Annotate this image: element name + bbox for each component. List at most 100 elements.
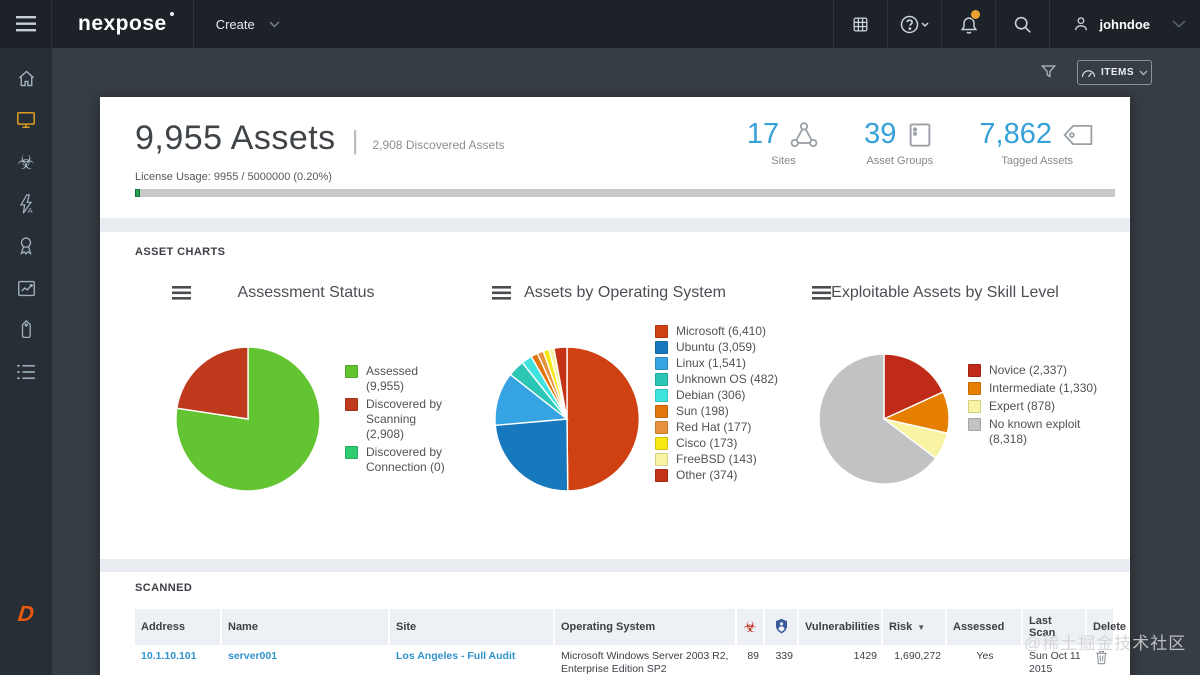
column-header-os[interactable]: Operating System [555,609,737,645]
legend-item[interactable]: Novice (2,337) [968,363,1103,378]
pie-slice-microsoft[interactable] [567,347,639,491]
create-label: Create [216,17,255,32]
search-button[interactable] [995,0,1049,48]
sidebar-item-tags[interactable] [0,309,52,351]
user-icon [1072,15,1090,33]
monitor-icon [15,110,37,130]
navbar-right-actions: johndoe [833,0,1200,48]
sites-counter[interactable]: 17 Sites [747,118,820,167]
report-chart-icon [16,279,37,298]
column-header-malware[interactable]: ☣ [737,609,765,645]
navbar-collapse-button[interactable] [1172,0,1200,48]
menu-icon [16,16,36,32]
dashboard-card: 9,955 Assets | 2,908 Discovered Assets L… [100,97,1130,675]
column-header-vulns[interactable]: Vulnerabilities [799,609,883,645]
biohazard-icon: ☣ [17,152,35,172]
legend-item[interactable]: Expert (878) [968,399,1103,414]
sidebar-item-vulnerabilities[interactable]: ☣ [0,141,52,183]
pie-slice-discovered-by-scanning[interactable] [177,347,248,419]
legend-label: Expert (878) [989,399,1055,414]
legend-swatch [968,382,981,395]
menu-button[interactable] [0,0,52,48]
chart-title: Exploitable Assets by Skill Level [815,284,1075,302]
legend-item[interactable]: No known exploit (8,318) [968,417,1103,447]
legend-swatch [655,357,668,370]
items-dropdown-button[interactable]: ITEMS [1077,60,1152,85]
column-header-name[interactable]: Name [222,609,390,645]
license-usage-label: License Usage: 9955 / 5000000 (0.20%) [135,171,332,183]
sites-label: Sites [747,155,820,167]
asset-charts-section: ASSET CHARTS Assessment Status Assessed … [100,232,1130,559]
legend-swatch [655,325,668,338]
legend-item[interactable]: Intermediate (1,330) [968,381,1103,396]
chart-exploitable-by-skill: Exploitable Assets by Skill Level Novice… [750,232,1130,559]
app-logo[interactable]: nexpose [52,0,194,48]
tagged-assets-counter[interactable]: 7,862 Tagged Assets [979,118,1095,167]
rapid7-brand-mark: D [0,601,53,627]
cell-assessed: Yes [947,645,1023,675]
apps-grid-button[interactable] [833,0,887,48]
filter-button[interactable] [1040,63,1057,80]
discovered-assets: 2,908 Discovered Assets [372,138,504,152]
chevron-down-icon [1139,70,1148,76]
legend-swatch [655,405,668,418]
legend-label: Debian (306) [676,388,745,403]
filter-funnel-icon [1040,63,1057,80]
legend-swatch [345,398,358,411]
cell-site: Los Angeles - Full Audit [390,645,555,675]
chevron-down-icon [269,21,280,28]
column-header-risk[interactable]: Risk▼ [883,609,947,645]
site-link[interactable]: Los Angeles - Full Audit [396,650,515,662]
chart-title: Assessment Status [176,284,436,302]
sidebar-item-reports[interactable] [0,267,52,309]
sidebar-item-administration[interactable] [0,351,52,393]
left-sidebar: ☣ A D [0,48,52,675]
sidebar-item-exploits[interactable]: A [0,183,52,225]
sidebar-item-home[interactable] [0,57,52,99]
ribbon-icon [16,235,36,257]
malware-biohazard-icon: ☣ [743,620,756,635]
legend-swatch [968,364,981,377]
tag-icon [1061,121,1095,149]
column-header-address[interactable]: Address [135,609,222,645]
pie-slice-ubuntu[interactable] [495,419,567,491]
tag-icon [16,320,36,340]
address-link[interactable]: 10.1.10.101 [141,650,196,662]
sidebar-item-assets[interactable] [0,99,52,141]
exploitable-by-skill-pie[interactable] [817,352,951,491]
username: johndoe [1099,17,1150,32]
search-icon [1013,15,1032,34]
svg-text:A: A [28,206,33,215]
exploit-shield-icon [774,618,789,637]
legend-label: Other (374) [676,468,737,483]
sort-desc-icon: ▼ [917,623,925,632]
legend-swatch [968,418,981,431]
create-menu-button[interactable]: Create [194,0,298,48]
asset-groups-counter[interactable]: 39 Asset Groups [864,118,935,167]
chart-assessment-status: Assessment Status Assessed (9,955) Disco… [100,232,430,559]
column-header-assessed[interactable]: Assessed [947,609,1023,645]
legend-swatch [655,437,668,450]
cell-address: 10.1.10.101 [135,645,222,675]
user-menu[interactable]: johndoe [1049,0,1172,48]
name-link[interactable]: server001 [228,650,277,662]
notifications-button[interactable] [941,0,995,48]
list-icon [16,364,36,380]
items-label: ITEMS [1101,67,1134,78]
tagged-assets-label: Tagged Assets [979,155,1095,167]
cell-risk: 1,690,272 [883,645,947,675]
assessment-status-pie[interactable] [174,345,322,498]
legend-label: Cisco (173) [676,436,737,451]
assets-by-os-pie[interactable] [493,345,641,498]
chart-assets-by-os: Assets by Operating System Microsoft (6,… [430,232,750,559]
column-header-exploit[interactable] [765,609,799,645]
legend-label: Intermediate (1,330) [989,381,1097,396]
table-row: 10.1.10.101 server001 Los Angeles - Full A… [135,645,1115,675]
column-header-site[interactable]: Site [390,609,555,645]
tagged-assets-count: 7,862 [979,118,1052,151]
help-menu-button[interactable] [887,0,941,48]
license-progress-fill [135,189,140,197]
nexpose-dashboard: nexpose Create johndoe [0,0,1200,675]
legend-swatch [655,389,668,402]
sidebar-item-policies[interactable] [0,225,52,267]
